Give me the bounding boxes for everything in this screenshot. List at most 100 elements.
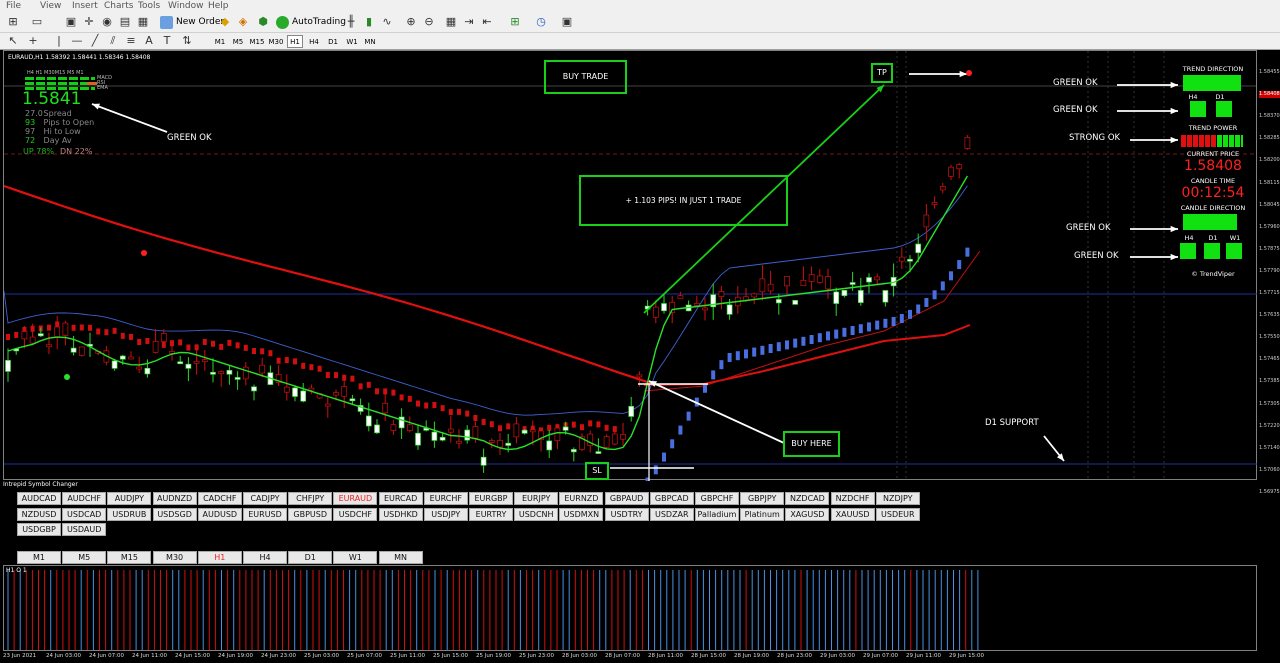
- cursor-icon[interactable]: ↖: [6, 34, 20, 48]
- text-tool-icon[interactable]: A: [142, 34, 156, 48]
- tf-button-d1[interactable]: D1: [288, 551, 333, 564]
- channel-icon[interactable]: ⫽: [106, 34, 120, 48]
- zoom-in-icon[interactable]: ⊕: [404, 15, 418, 29]
- symbol-button-audjpy[interactable]: AUDJPY: [107, 492, 152, 505]
- menu-tools[interactable]: Tools: [138, 0, 160, 12]
- symbol-button-gbpaud[interactable]: GBPAUD: [604, 492, 649, 505]
- toolbar-tf-m30[interactable]: M30: [267, 35, 285, 48]
- horizontal-line-icon[interactable]: —: [70, 34, 84, 48]
- crosshair-tool-icon[interactable]: +: [26, 34, 40, 48]
- symbol-button-eurcad[interactable]: EURCAD: [378, 492, 423, 505]
- symbol-button-usdsgd[interactable]: USDSGD: [152, 507, 197, 521]
- tf-button-m30[interactable]: M30: [152, 551, 197, 564]
- symbol-button-chfjpy[interactable]: CHFJPY: [288, 492, 333, 505]
- menu-help[interactable]: Help: [208, 0, 229, 12]
- fibonacci-icon[interactable]: ≡: [124, 34, 138, 48]
- toolbar-tf-h1[interactable]: H1: [287, 35, 303, 48]
- toolbar-tf-h4[interactable]: H4: [306, 35, 322, 48]
- zoom-out-icon[interactable]: ⊖: [422, 15, 436, 29]
- symbol-button-euraud[interactable]: EURAUD: [333, 492, 378, 505]
- bar-chart-icon[interactable]: ╫: [344, 15, 358, 29]
- symbol-button-usdjpy[interactable]: USDJPY: [423, 507, 468, 521]
- symbol-button-eurchf[interactable]: EURCHF: [423, 492, 468, 505]
- navigator-icon[interactable]: ◉: [100, 15, 114, 29]
- symbol-button-eurusd[interactable]: EURUSD: [243, 507, 287, 521]
- menu-charts[interactable]: Charts: [104, 0, 133, 12]
- label-tool-icon[interactable]: T: [160, 34, 174, 48]
- symbol-button-usdtry[interactable]: USDTRY: [604, 507, 649, 521]
- market-icon[interactable]: ⬢: [256, 15, 270, 29]
- toolbar-tf-d1[interactable]: D1: [325, 35, 341, 48]
- symbol-button-nzdjpy[interactable]: NZDJPY: [875, 492, 920, 505]
- toolbar-tf-m15[interactable]: M15: [248, 35, 266, 48]
- symbol-button-usdchf[interactable]: USDCHF: [333, 507, 378, 521]
- chart-shift-icon[interactable]: ⇥: [462, 15, 476, 29]
- autoscroll-icon[interactable]: ⇤: [480, 15, 494, 29]
- toolbar-tf-w1[interactable]: W1: [344, 35, 360, 48]
- profiles-icon[interactable]: ▭: [30, 15, 44, 29]
- symbol-button-usdaud[interactable]: USDAUD: [62, 523, 107, 536]
- signals-icon[interactable]: ◈: [236, 15, 250, 29]
- symbol-button-usdeur[interactable]: USDEUR: [875, 507, 920, 521]
- symbol-button-eurgbp[interactable]: EURGBP: [469, 492, 513, 505]
- symbol-button-usdzar[interactable]: USDZAR: [649, 507, 694, 521]
- symbol-button-audusd[interactable]: AUDUSD: [197, 507, 242, 521]
- symbol-button-gbpchf[interactable]: GBPCHF: [695, 492, 739, 505]
- symbol-button-nzdusd[interactable]: NZDUSD: [17, 507, 61, 521]
- symbol-button-nzdcad[interactable]: NZDCAD: [785, 492, 830, 505]
- autotrading-button[interactable]: AutoTrading: [276, 14, 346, 31]
- symbol-button-audchf[interactable]: AUDCHF: [62, 492, 107, 505]
- tf-button-m5[interactable]: M5: [62, 551, 107, 564]
- tf-button-m1[interactable]: M1: [17, 551, 61, 564]
- symbol-button-usdgbp[interactable]: USDGBP: [17, 523, 61, 536]
- market-watch-icon[interactable]: ▣: [64, 15, 78, 29]
- symbol-button-usdcad[interactable]: USDCAD: [62, 507, 107, 521]
- symbol-button-usdcnh[interactable]: USDCNH: [514, 507, 559, 521]
- menu-window[interactable]: Window: [168, 0, 204, 12]
- symbol-button-usdhkd[interactable]: USDHKD: [378, 507, 423, 521]
- symbol-button-eurnzd[interactable]: EURNZD: [559, 492, 604, 505]
- symbol-button-gbpusd[interactable]: GBPUSD: [288, 507, 333, 521]
- symbol-button-usdrub[interactable]: USDRUB: [107, 507, 152, 521]
- symbol-button-gbpcad[interactable]: GBPCAD: [649, 492, 694, 505]
- symbol-button-xagusd[interactable]: XAGUSD: [785, 507, 830, 521]
- new-order-button[interactable]: New Order: [160, 14, 224, 31]
- tf-button-h4[interactable]: H4: [243, 551, 287, 564]
- symbol-button-eurjpy[interactable]: EURJPY: [514, 492, 559, 505]
- symbol-button-platinum[interactable]: Platinum: [740, 507, 785, 521]
- new-chart-icon[interactable]: ⊞: [6, 15, 20, 29]
- tf-button-h1[interactable]: H1: [197, 551, 242, 564]
- symbol-button-palladium[interactable]: Palladium: [695, 507, 739, 521]
- line-chart-icon[interactable]: ∿: [380, 15, 394, 29]
- menu-file[interactable]: File: [6, 0, 21, 12]
- symbol-button-xauusd[interactable]: XAUUSD: [830, 507, 875, 521]
- menu-insert[interactable]: Insert: [72, 0, 98, 12]
- tf-button-w1[interactable]: W1: [333, 551, 378, 564]
- symbol-button-cadchf[interactable]: CADCHF: [197, 492, 242, 505]
- toolbar-tf-mn[interactable]: MN: [362, 35, 378, 48]
- symbol-button-nzdchf[interactable]: NZDCHF: [830, 492, 875, 505]
- trendline-icon[interactable]: ╱: [88, 34, 102, 48]
- symbol-button-cadjpy[interactable]: CADJPY: [243, 492, 287, 505]
- price-scale[interactable]: 1.58455 1.58408 1.58370 1.58285 1.58200 1.581…: [1257, 50, 1280, 495]
- symbol-button-audnzd[interactable]: AUDNZD: [152, 492, 197, 505]
- metaeditor-icon[interactable]: ◆: [218, 15, 232, 29]
- menu-view[interactable]: View: [40, 0, 61, 12]
- indicator-subwindow[interactable]: [3, 565, 1257, 651]
- vertical-line-icon[interactable]: |: [52, 34, 66, 48]
- tf-button-mn[interactable]: MN: [378, 551, 423, 564]
- arrows-icon[interactable]: ⇅: [180, 34, 194, 48]
- periods-icon[interactable]: ◷: [534, 15, 548, 29]
- toolbar-tf-m5[interactable]: M5: [230, 35, 246, 48]
- symbol-button-audcad[interactable]: AUDCAD: [17, 492, 61, 505]
- symbol-button-usdmxn[interactable]: USDMXN: [559, 507, 604, 521]
- toolbar-tf-m1[interactable]: M1: [212, 35, 228, 48]
- templates-icon[interactable]: ▣: [560, 15, 574, 29]
- crosshair-icon[interactable]: ✛: [82, 15, 96, 29]
- indicators-icon[interactable]: ⊞: [508, 15, 522, 29]
- symbol-button-eurtry[interactable]: EURTRY: [469, 507, 513, 521]
- tf-button-m15[interactable]: M15: [107, 551, 152, 564]
- tester-icon[interactable]: ▦: [136, 15, 150, 29]
- terminal-icon[interactable]: ▤: [118, 15, 132, 29]
- symbol-button-gbpjpy[interactable]: GBPJPY: [740, 492, 785, 505]
